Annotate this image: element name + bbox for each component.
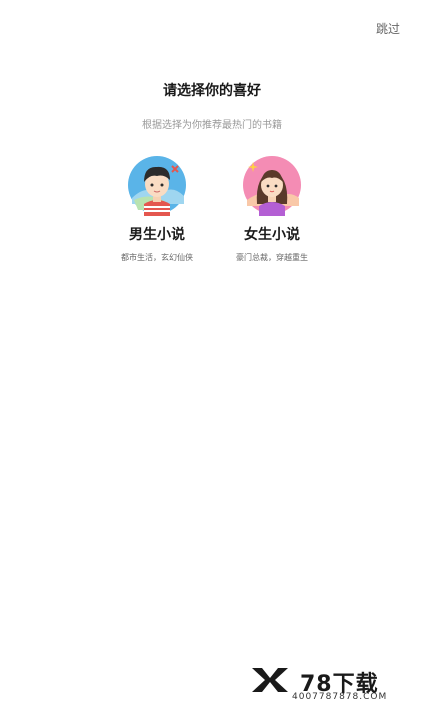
skip-button[interactable]: 跳过 [376,20,400,37]
boy-avatar-icon [126,154,188,216]
page-subtitle: 根据选择为你推荐最热门的书籍 [142,120,282,131]
x-logo-icon [252,668,288,692]
watermark-url: 4007787878.COM [292,692,388,702]
girl-avatar-icon [241,154,303,216]
male-novel-desc: 都市生活，玄幻仙侠 [121,253,193,262]
female-novel-option[interactable]: 女生小说 豪门总裁，穿越重生 [212,154,332,263]
female-novel-title: 女生小说 [244,227,300,243]
male-novel-title: 男生小说 [129,227,185,243]
female-novel-desc: 豪门总裁，穿越重生 [236,253,308,262]
page-title: 请选择你的喜好 [163,83,261,99]
male-novel-option[interactable]: 男生小说 都市生活，玄幻仙侠 [97,154,217,263]
preference-page: 跳过 请选择你的喜好 根据选择为你推荐最热门的书籍 男生小说 都市生活，玄幻仙侠… [0,0,424,710]
watermark: 78下载 4007787878.COM [250,666,410,706]
